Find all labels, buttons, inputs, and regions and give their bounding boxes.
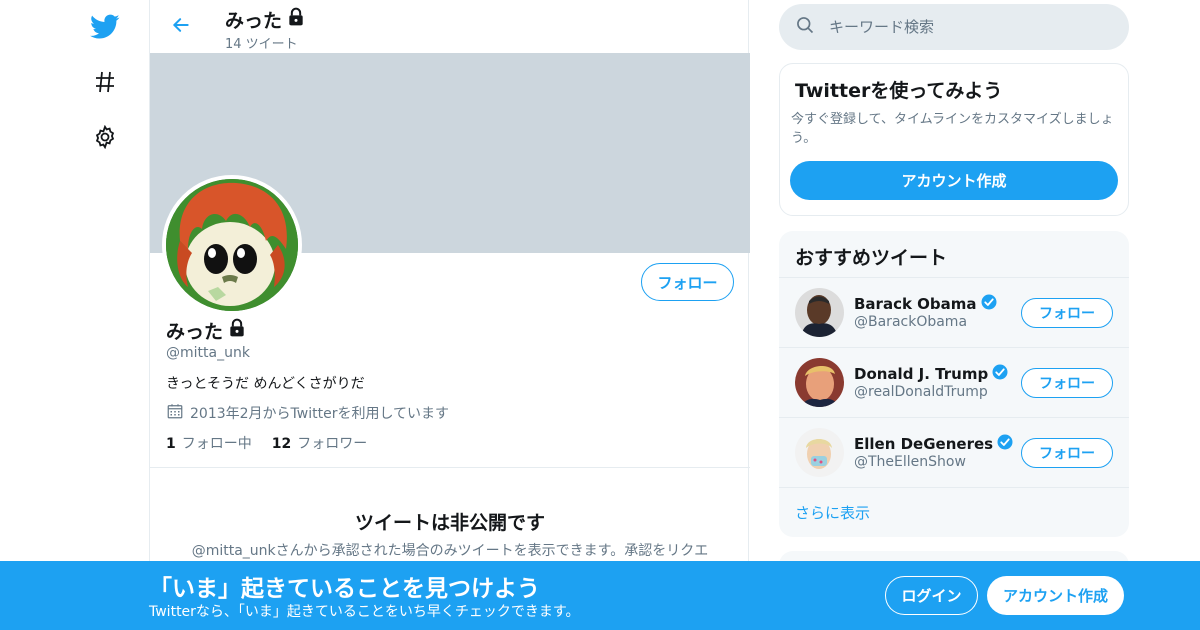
recommended-name-row: Ellen DeGeneres <box>854 433 1014 455</box>
calendar-icon <box>166 402 184 424</box>
follow-button[interactable]: フォロー <box>1021 368 1113 398</box>
verified-badge-icon <box>991 363 1009 385</box>
recommended-name-row: Barack Obama <box>854 293 998 315</box>
following-stat[interactable]: 1 フォロー中 <box>166 433 252 453</box>
profile-joined: 2013年2月からTwitterを利用しています <box>166 402 449 424</box>
create-account-button[interactable]: アカウント作成 <box>987 576 1124 615</box>
profile-name: みった <box>166 321 224 343</box>
header-title: みった <box>225 6 306 33</box>
avatar[interactable] <box>795 428 844 477</box>
followers-stat[interactable]: 12 フォロワー <box>272 433 367 453</box>
recommended-name: Barack Obama <box>854 295 977 313</box>
recommended-handle: @TheEllenShow <box>854 454 966 470</box>
recommended-item[interactable]: Ellen DeGeneres @TheEllenShow フォロー <box>779 417 1129 487</box>
recommended-name: Donald J. Trump <box>854 365 989 383</box>
search-box[interactable] <box>779 4 1129 50</box>
bottom-bar-title: 「いま」起きていることを見つけよう <box>149 576 540 602</box>
recommended-item[interactable]: Barack Obama @BarackObama フォロー <box>779 277 1129 347</box>
settings-gear-icon[interactable] <box>88 120 122 154</box>
search-input[interactable] <box>829 18 1109 36</box>
divider <box>150 467 750 468</box>
following-count: 1 <box>166 436 176 452</box>
back-arrow-icon[interactable] <box>168 12 194 38</box>
follow-button[interactable]: フォロー <box>1021 438 1113 468</box>
recommended-card: おすすめツイート Barack Obama @BarackObama フォロー … <box>779 231 1129 537</box>
profile-column: みった 14 ツイート フォロー みった @mitta_unk きっとそうだ め… <box>149 0 750 630</box>
signup-button[interactable]: アカウント作成 <box>790 161 1118 200</box>
lock-icon <box>286 7 306 32</box>
hashtag-icon[interactable] <box>88 65 122 99</box>
lock-icon <box>227 318 247 343</box>
header-name: みった <box>225 10 283 32</box>
signup-title: Twitterを使ってみよう <box>795 80 1003 102</box>
follow-button[interactable]: フォロー <box>641 263 734 301</box>
followers-count: 12 <box>271 436 292 452</box>
recommended-handle: @realDonaldTrump <box>854 384 988 400</box>
recommended-name-row: Donald J. Trump <box>854 363 1009 385</box>
profile-handle: @mitta_unk <box>166 345 250 361</box>
search-icon <box>795 15 815 39</box>
signup-desc: 今すぐ登録して、タイムラインをカスタマイズしましょう。 <box>791 112 1114 146</box>
recommended-handle: @BarackObama <box>854 314 968 330</box>
recommended-item[interactable]: Donald J. Trump @realDonaldTrump フォロー <box>779 347 1129 417</box>
profile-header: みった 14 ツイート <box>150 0 750 53</box>
profile-bio: きっとそうだ めんどくさがりだ <box>166 376 365 392</box>
private-notice-desc: @mitta_unkさんから承認された場合のみツイートを表示できます。承認をリク… <box>191 543 709 559</box>
show-more-link[interactable]: さらに表示 <box>779 487 1129 537</box>
followers-label: フォロワー <box>297 436 368 452</box>
private-notice-title: ツイートは非公開です <box>354 512 545 534</box>
joined-text: 2013年2月からTwitterを利用しています <box>190 406 450 422</box>
following-label: フォロー中 <box>181 436 252 452</box>
recommended-name: Ellen DeGeneres <box>854 435 994 453</box>
verified-badge-icon <box>980 293 998 315</box>
profile-avatar[interactable] <box>162 175 302 315</box>
profile-name-row: みった <box>166 317 247 344</box>
follow-button[interactable]: フォロー <box>1021 298 1113 328</box>
verified-badge-icon <box>996 433 1014 455</box>
signup-bottom-bar: 「いま」起きていることを見つけよう Twitterなら、「いま」起きていることを… <box>0 561 1200 630</box>
profile-stats: 1 フォロー中 12 フォロワー <box>166 433 367 453</box>
bottom-bar-subtitle: Twitterなら、「いま」起きていることをいち早くチェックできます。 <box>149 604 580 620</box>
tweet-count: 14 ツイート <box>225 37 298 52</box>
avatar[interactable] <box>795 288 844 337</box>
avatar[interactable] <box>795 358 844 407</box>
signup-card: Twitterを使ってみよう 今すぐ登録して、タイムラインをカスタマイズしましょ… <box>779 63 1129 216</box>
login-button[interactable]: ログイン <box>885 576 978 615</box>
twitter-logo-icon[interactable] <box>88 10 122 44</box>
left-nav <box>0 0 150 630</box>
recommended-title: おすすめツイート <box>795 247 948 269</box>
